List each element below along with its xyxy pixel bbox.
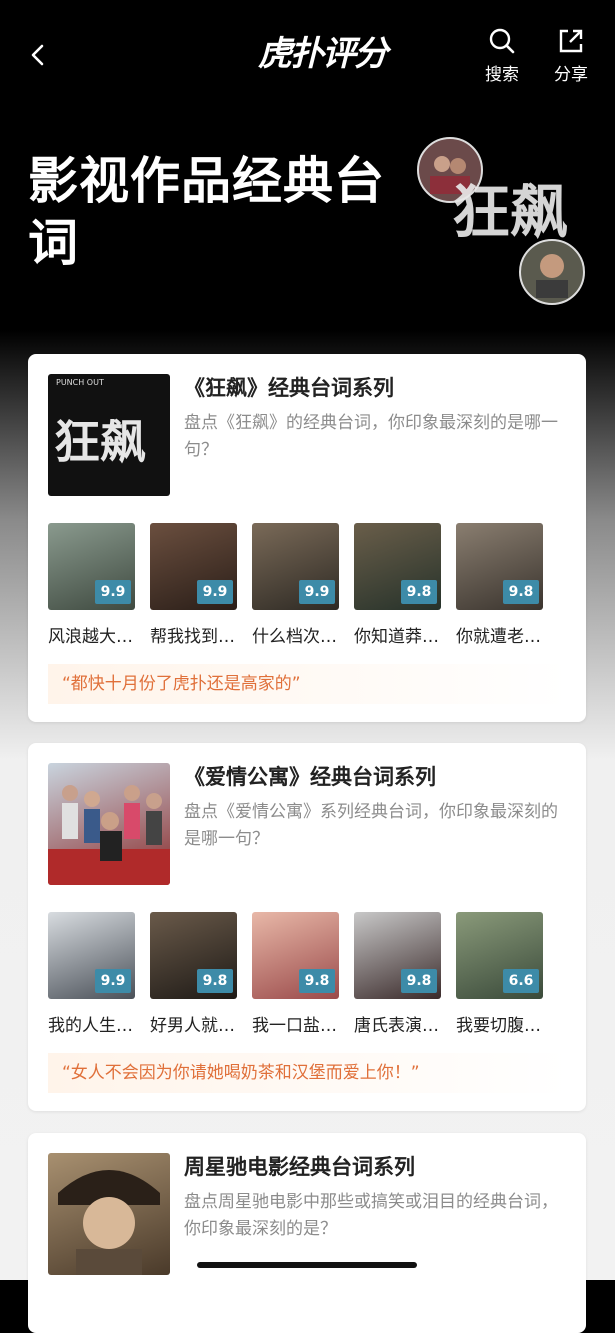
score-badge: 9.8 [401,580,437,604]
featured-quote[interactable]: “女人不会因为你请她喝奶茶和汉堡而爱上你！” [48,1053,568,1093]
series-cover: PUNCH OUT 狂飙 [48,374,170,496]
series-description: 盘点周星驰电影中那些或搞笑或泪目的经典台词，你印象最深刻的是？ [184,1192,558,1239]
score-badge: 9.9 [95,969,131,993]
series-description: 盘点《爱情公寓》系列经典台词，你印象最深刻的是哪一句？ [184,802,558,849]
chevron-left-icon [31,44,44,66]
quote-thumbnail: 6.6 [456,912,543,999]
search-icon [489,28,515,54]
quote-item[interactable]: 9.8 你就遭老… [456,523,544,647]
quote-thumbnail: 9.8 [354,523,441,610]
score-badge: 6.6 [503,969,539,993]
quote-caption: 你就遭老… [456,627,541,647]
series-card[interactable]: 周星驰电影经典台词系列 盘点周星驰电影中那些或搞笑或泪目的经典台词，你印象最深刻… [28,1133,586,1333]
series-card[interactable]: PUNCH OUT 狂飙 《狂飙》经典台词系列 盘点《狂飙》的经典台词，你印象最… [28,354,586,722]
series-title: 《爱情公寓》经典台词系列 [184,765,436,789]
score-badge: 9.9 [197,580,233,604]
score-badge: 9.8 [401,969,437,993]
quote-thumbnail: 9.9 [252,523,339,610]
quote-caption: 唐氏表演… [354,1016,439,1036]
quote-caption: 什么档次… [252,627,337,647]
quote-thumbnail: 9.9 [48,912,135,999]
hero-artwork: 狂飙 [412,132,592,312]
series-description: 盘点《狂飙》的经典台词，你印象最深刻的是哪一句？ [184,413,558,460]
quote-caption: 好男人就… [150,1016,235,1036]
home-indicator [197,1262,417,1268]
quote-item[interactable]: 9.8 好男人就… [150,912,238,1036]
series-title: 《狂飙》经典台词系列 [184,376,394,400]
quote-caption: 我一口盐… [252,1016,337,1036]
svg-text:狂飙: 狂飙 [452,178,568,246]
quote-caption: 风浪越大… [48,627,133,647]
series-cover [48,1153,170,1275]
app-logo: 虎扑评分 [258,34,388,74]
search-button[interactable]: 搜索 [472,26,532,85]
cover-title: 狂飙 [54,415,146,469]
quote-caption: 帮我找到… [150,627,235,647]
score-badge: 9.8 [299,969,335,993]
quote-caption: 我要切腹… [456,1016,541,1036]
score-badge: 9.9 [95,580,131,604]
series-title: 周星驰电影经典台词系列 [184,1155,415,1179]
quote-thumbnail: 9.8 [252,912,339,999]
quote-item[interactable]: 9.8 唐氏表演… [354,912,442,1036]
back-button[interactable] [24,38,54,72]
quote-item[interactable]: 6.6 我要切腹… [456,912,544,1036]
quote-caption: 我的人生… [48,1016,133,1036]
quote-item[interactable]: 9.9 风浪越大… [48,523,136,647]
quote-thumbnail: 9.9 [48,523,135,610]
quote-thumbnail: 9.8 [150,912,237,999]
share-icon [559,29,583,53]
quote-thumbnail: 9.8 [354,912,441,999]
quote-item[interactable]: 9.9 什么档次… [252,523,340,647]
quote-thumbnail: 9.9 [150,523,237,610]
quote-list: 9.9 我的人生… 9.8 好男人就… 9.8 我一口盐… 9.8 唐氏表演… … [48,912,568,1037]
share-button[interactable]: 分享 [541,26,601,85]
quote-item[interactable]: 9.9 帮我找到… [150,523,238,647]
series-cover [48,763,170,885]
score-badge: 9.8 [503,580,539,604]
share-label: 分享 [554,65,588,85]
quote-item[interactable]: 9.8 我一口盐… [252,912,340,1036]
featured-quote[interactable]: “都快十月份了虎扑还是高家的” [48,664,568,704]
quote-item[interactable]: 9.8 你知道莽… [354,523,442,647]
quote-list: 9.9 风浪越大… 9.9 帮我找到… 9.9 什么档次… 9.8 你知道莽… … [48,523,568,648]
score-badge: 9.9 [299,580,335,604]
search-label: 搜索 [485,65,519,85]
cover-subtitle: PUNCH OUT [56,378,104,387]
series-card[interactable]: 《爱情公寓》经典台词系列 盘点《爱情公寓》系列经典台词，你印象最深刻的是哪一句？… [28,743,586,1111]
quote-caption: 你知道莽… [354,627,439,647]
top-nav: 虎扑评分 搜索 分享 [0,0,615,100]
score-badge: 9.8 [197,969,233,993]
page-title: 影视作品经典台词 [28,152,385,272]
quote-thumbnail: 9.8 [456,523,543,610]
quote-item[interactable]: 9.9 我的人生… [48,912,136,1036]
